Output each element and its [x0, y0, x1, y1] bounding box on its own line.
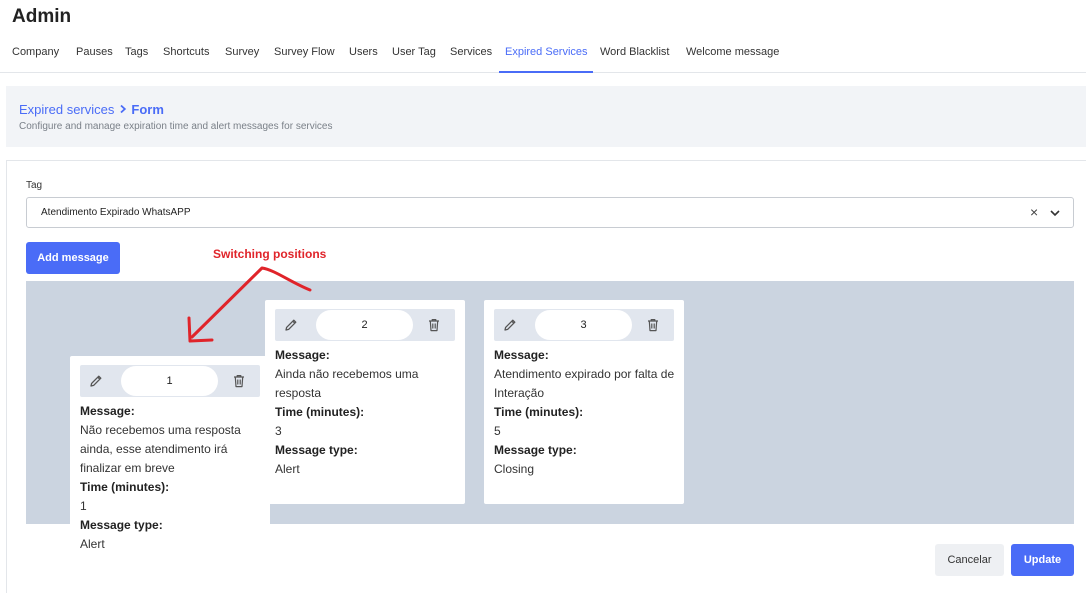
message-text: Atendimento expirado por falta de Intera… — [494, 367, 675, 400]
message-label: Message: — [494, 348, 549, 362]
tab-expired-services[interactable]: Expired Services — [505, 46, 588, 58]
order-badge: 3 — [535, 310, 632, 340]
order-badge: 1 — [121, 366, 218, 396]
tab-user-tag[interactable]: User Tag — [392, 46, 436, 58]
annotation-text: Switching positions — [213, 247, 327, 261]
tab-word-blacklist[interactable]: Word Blacklist — [600, 46, 669, 58]
message-text: Não recebemos uma resposta ainda, esse a… — [80, 423, 241, 475]
time-value: 3 — [275, 424, 282, 438]
page: Admin Company Pauses Tags Shortcuts Surv… — [0, 0, 1086, 593]
type-value: Closing — [494, 462, 535, 476]
add-message-button[interactable]: Add message — [26, 242, 120, 274]
pencil-icon[interactable] — [502, 317, 518, 333]
card-body: Message: Ainda não recebemos uma respost… — [275, 346, 457, 479]
tab-survey-flow[interactable]: Survey Flow — [274, 46, 335, 58]
annotation-arrow-icon — [187, 266, 312, 343]
app-title: Admin — [12, 6, 72, 27]
breadcrumb-current: Form — [131, 102, 164, 117]
card-body: Message: Não recebemos uma resposta aind… — [80, 402, 262, 554]
page-header: Expired services Form Configure and mana… — [6, 86, 1086, 147]
tab-services[interactable]: Services — [450, 46, 492, 58]
tab-users[interactable]: Users — [349, 46, 378, 58]
breadcrumb-parent-link[interactable]: Expired services — [19, 102, 114, 117]
type-label: Message type: — [494, 443, 577, 457]
time-label: Time (minutes): — [275, 405, 365, 419]
clear-icon[interactable]: × — [1030, 204, 1038, 220]
tab-pauses[interactable]: Pauses — [76, 46, 113, 58]
chevron-down-icon[interactable] — [1047, 205, 1063, 221]
active-tab-indicator — [499, 71, 593, 73]
trash-icon[interactable] — [231, 373, 247, 389]
update-button[interactable]: Update — [1011, 544, 1074, 576]
tab-tags[interactable]: Tags — [125, 46, 148, 58]
time-value: 1 — [80, 499, 87, 513]
type-value: Alert — [80, 537, 105, 551]
card-toolbar: 1 — [80, 365, 260, 397]
tab-shortcuts[interactable]: Shortcuts — [163, 46, 209, 58]
page-subtitle: Configure and manage expiration time and… — [19, 121, 333, 132]
time-label: Time (minutes): — [80, 480, 170, 494]
tag-select[interactable]: Atendimento Expirado WhatsAPP × — [26, 197, 1074, 228]
tab-company[interactable]: Company — [12, 46, 59, 58]
message-card-1-dragging[interactable]: 1 Message: Não recebemos uma resposta ai… — [70, 356, 270, 593]
type-label: Message type: — [275, 443, 358, 457]
tag-select-value: Atendimento Expirado WhatsAPP — [41, 207, 191, 218]
message-text: Ainda não recebemos uma resposta — [275, 367, 419, 400]
breadcrumb: Expired services Form — [19, 102, 164, 117]
cancel-button[interactable]: Cancelar — [935, 544, 1004, 576]
chevron-right-icon — [117, 102, 129, 117]
message-label: Message: — [80, 404, 135, 418]
card-toolbar: 3 — [494, 309, 674, 341]
trash-icon[interactable] — [645, 317, 661, 333]
tab-welcome-message[interactable]: Welcome message — [686, 46, 779, 58]
type-label: Message type: — [80, 518, 163, 532]
type-value: Alert — [275, 462, 300, 476]
card-body: Message: Atendimento expirado por falta … — [494, 346, 676, 479]
time-label: Time (minutes): — [494, 405, 584, 419]
trash-icon[interactable] — [426, 317, 442, 333]
tab-survey[interactable]: Survey — [225, 46, 259, 58]
tab-bar: Company Pauses Tags Shortcuts Survey Sur… — [0, 44, 1086, 73]
message-card-3[interactable]: 3 Message: Atendimento expirado por falt… — [484, 300, 684, 504]
pencil-icon[interactable] — [88, 373, 104, 389]
time-value: 5 — [494, 424, 501, 438]
order-badge: 2 — [316, 310, 413, 340]
tag-label: Tag — [26, 180, 43, 191]
